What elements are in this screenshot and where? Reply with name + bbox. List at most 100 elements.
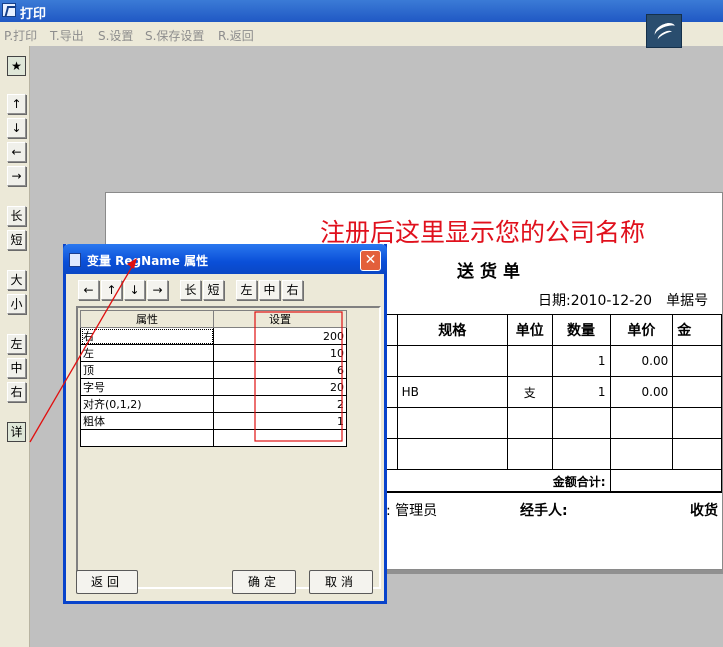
dlg-move-left-button[interactable]: ←	[78, 280, 99, 300]
properties-dialog: 变量 RegName 属性 ✕ ← ↑ ↓ → 长 短 左 中 右 属性 设置 …	[63, 244, 387, 604]
property-row: 右 200	[80, 327, 347, 345]
table-cell: 0.00	[609, 376, 674, 408]
property-name[interactable]: 粗体	[80, 412, 214, 430]
close-icon[interactable]: ✕	[360, 250, 381, 271]
table-cell	[609, 438, 674, 470]
table-cell	[672, 407, 722, 439]
table-cell	[506, 407, 553, 439]
property-name[interactable]	[80, 429, 214, 447]
dlg-lengthen-button[interactable]: 长	[180, 280, 201, 300]
column-header: 单位	[506, 314, 553, 346]
menu-bar: P.打印 T.导出 S.设置 S.保存设置 R.返回	[0, 22, 723, 46]
menu-return[interactable]: R.返回	[218, 27, 254, 44]
footer-handler: 经手人:	[520, 500, 568, 520]
property-row: 左 10	[80, 344, 347, 362]
move-right-button[interactable]: →	[7, 166, 26, 186]
table-cell	[672, 345, 722, 377]
cancel-button[interactable]: 取消	[309, 570, 373, 594]
property-row: 粗体 1	[80, 412, 347, 430]
property-row: 字号 20	[80, 378, 347, 396]
enlarge-button[interactable]: 大	[7, 270, 26, 290]
property-column-header: 属性	[80, 310, 214, 328]
maker-value: 管理员	[395, 503, 438, 519]
dlg-move-down-button[interactable]: ↓	[124, 280, 145, 300]
table-cell	[672, 438, 722, 470]
app-icon	[2, 3, 16, 17]
table-cell	[396, 345, 508, 377]
date-label: 日期:	[538, 293, 571, 309]
table-cell: 支	[506, 376, 553, 408]
property-name[interactable]: 对齐(0,1,2)	[80, 395, 214, 413]
property-name[interactable]: 右	[80, 327, 214, 345]
back-button[interactable]: 返回	[76, 570, 138, 594]
date-line: 日期:2010-12-20 单据号	[538, 290, 708, 310]
dlg-move-right-button[interactable]: →	[147, 280, 168, 300]
property-value[interactable]: 1	[213, 412, 347, 430]
move-up-button[interactable]: ↑	[7, 94, 26, 114]
property-row: 对齐(0,1,2) 2	[80, 395, 347, 413]
align-center-button[interactable]: 中	[7, 358, 26, 378]
footer-receiver: 收货	[690, 500, 718, 520]
table-cell	[506, 438, 553, 470]
property-value[interactable]: 200	[213, 327, 347, 345]
shorten-button[interactable]: 短	[7, 230, 26, 250]
column-header: 金	[672, 314, 722, 346]
property-table: 属性 设置 右 200 左 10 顶 6 字号 20 对齐(0,1,2) 2 粗…	[80, 310, 347, 447]
document-title[interactable]: 送货单	[457, 257, 526, 282]
table-cell	[551, 438, 611, 470]
dlg-align-center-button[interactable]: 中	[259, 280, 280, 300]
dlg-shorten-button[interactable]: 短	[203, 280, 224, 300]
ok-button[interactable]: 确定	[232, 570, 296, 594]
column-header: 数量	[551, 314, 611, 346]
footer-maker: : 管理员	[386, 500, 437, 520]
property-name[interactable]: 左	[80, 344, 214, 362]
property-row: 顶 6	[80, 361, 347, 379]
dlg-align-right-button[interactable]: 右	[282, 280, 303, 300]
property-value[interactable]: 2	[213, 395, 347, 413]
table-cell	[672, 376, 722, 408]
star-button[interactable]: ★	[7, 56, 26, 76]
property-value[interactable]: 20	[213, 378, 347, 396]
window-title: 打印	[20, 7, 47, 22]
dialog-titlebar[interactable]: 变量 RegName 属性 ✕	[63, 244, 387, 274]
table-cell	[551, 407, 611, 439]
left-toolbar: ★ ↑ ↓ ← → 长 短 大 小 左 中 右 详	[0, 46, 30, 647]
align-left-button[interactable]: 左	[7, 334, 26, 354]
dlg-align-left-button[interactable]: 左	[236, 280, 257, 300]
property-value[interactable]: 6	[213, 361, 347, 379]
property-name[interactable]: 字号	[80, 378, 214, 396]
property-grid: 属性 设置 右 200 左 10 顶 6 字号 20 对齐(0,1,2) 2 粗…	[76, 306, 381, 589]
move-down-button[interactable]: ↓	[7, 118, 26, 138]
detail-button[interactable]: 详	[7, 422, 26, 442]
property-value[interactable]: 10	[213, 344, 347, 362]
table-cell	[506, 345, 553, 377]
dialog-icon	[69, 253, 81, 267]
property-header-row: 属性 设置	[80, 310, 347, 328]
table-cell	[609, 407, 674, 439]
menu-save-settings[interactable]: S.保存设置	[145, 27, 204, 44]
table-cell	[396, 438, 508, 470]
menu-settings[interactable]: S.设置	[98, 27, 133, 44]
bill-number-label: 单据号	[666, 293, 709, 309]
table-cell	[396, 407, 508, 439]
align-right-button[interactable]: 右	[7, 382, 26, 402]
table-cell: 0.00	[609, 345, 674, 377]
dialog-title: 变量 RegName 属性	[87, 254, 209, 268]
lengthen-button[interactable]: 长	[7, 206, 26, 226]
table-cell: HB	[396, 376, 508, 408]
receiver-label: 收货	[690, 503, 718, 519]
brand-logo-icon	[646, 14, 682, 48]
property-value[interactable]	[213, 429, 347, 447]
date-value: 2010-12-20	[570, 293, 653, 309]
property-name[interactable]: 顶	[80, 361, 214, 379]
column-header: 单价	[609, 314, 674, 346]
table-cell: 1	[551, 376, 611, 408]
menu-print[interactable]: P.打印	[4, 27, 37, 44]
shrink-button[interactable]: 小	[7, 294, 26, 314]
dialog-body: ← ↑ ↓ → 长 短 左 中 右 属性 设置 右 200 左 10 顶 6 字…	[66, 274, 384, 601]
window-titlebar: 打印	[0, 0, 723, 22]
column-header: 规格	[396, 314, 508, 346]
dlg-move-up-button[interactable]: ↑	[101, 280, 122, 300]
menu-export[interactable]: T.导出	[50, 27, 84, 44]
move-left-button[interactable]: ←	[7, 142, 26, 162]
